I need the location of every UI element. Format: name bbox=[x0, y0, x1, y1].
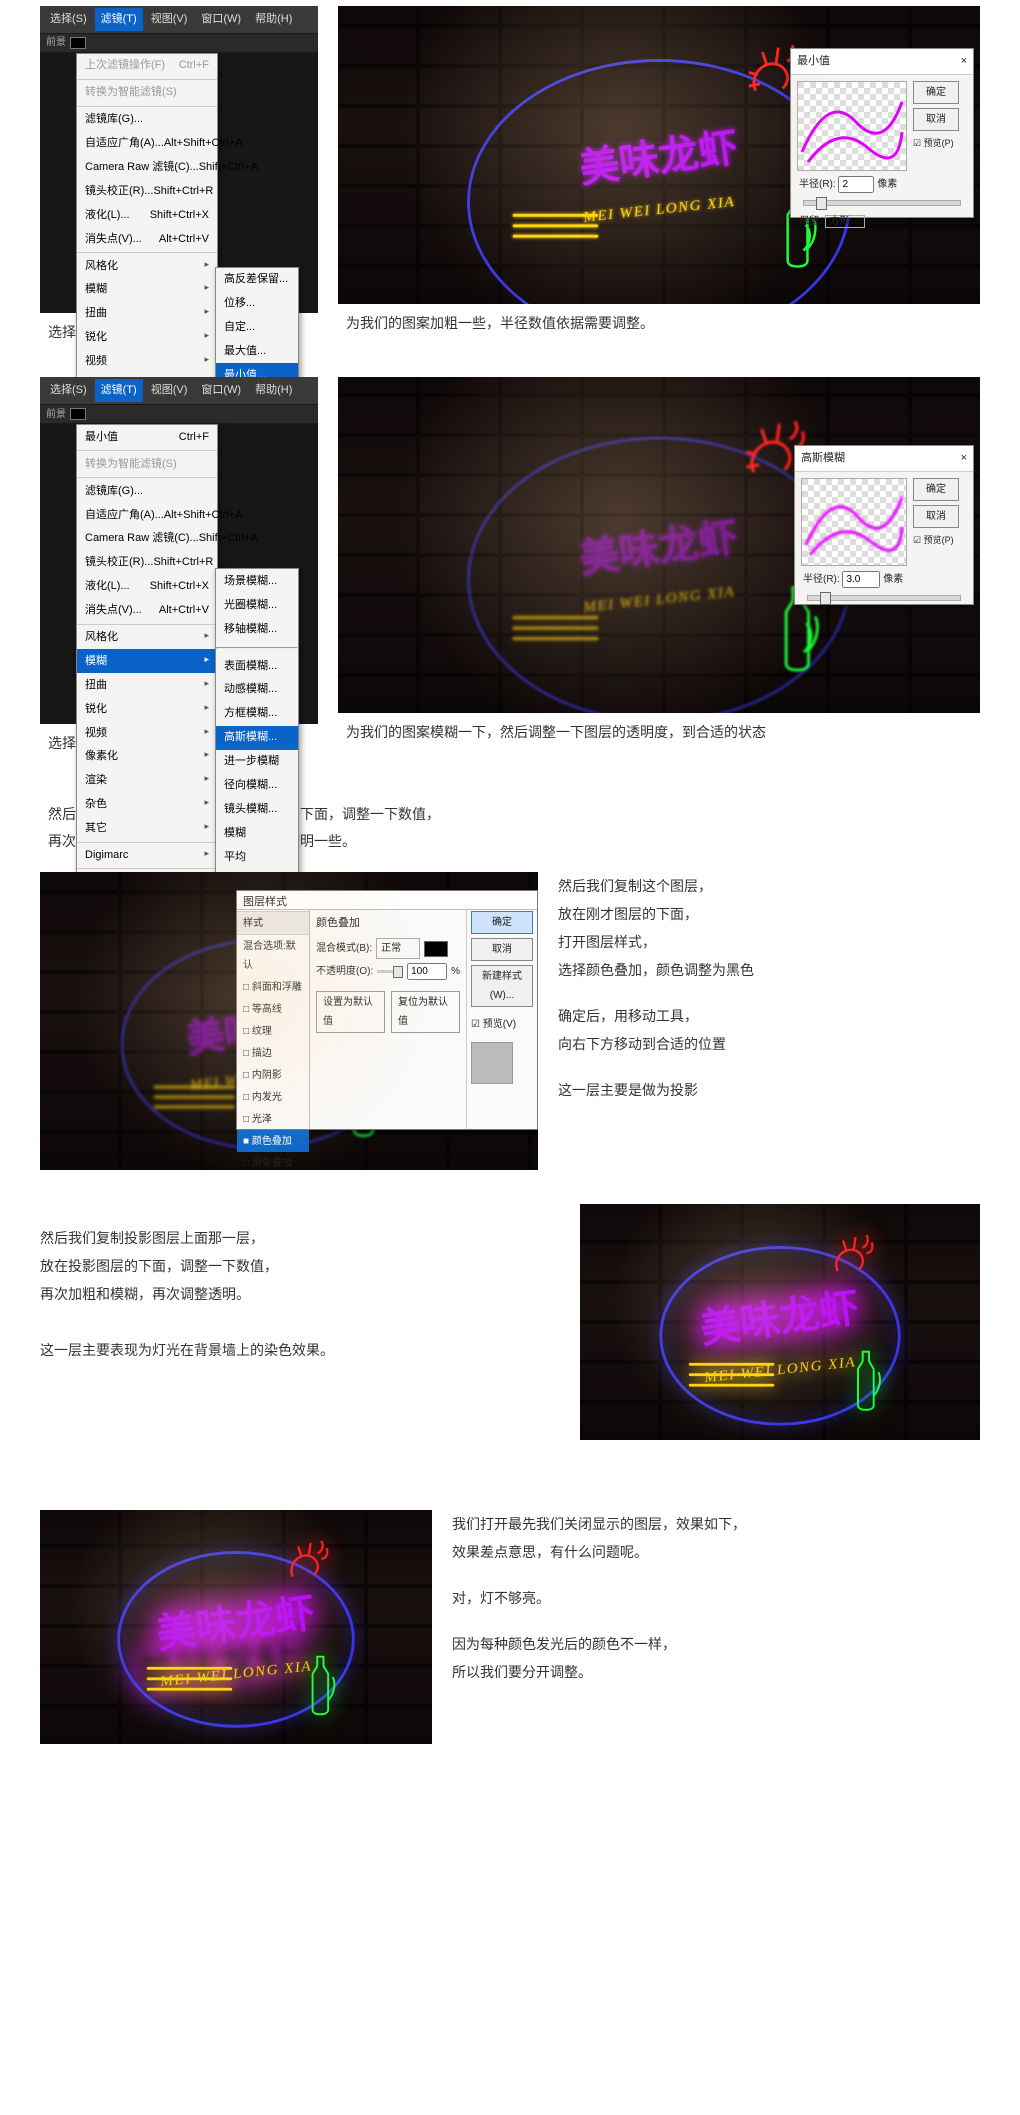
preview-swatch bbox=[471, 1042, 513, 1084]
ps-window-filter-blur: 选择(S) 滤镜(T) 视图(V) 窗口(W) 帮助(H) 前景 最小值Ctrl… bbox=[40, 377, 318, 724]
reset-default-button[interactable]: 复位为默认值 bbox=[391, 991, 460, 1033]
preview-tint: 美味龙虾 MEI WEI LONG XIA bbox=[580, 1204, 980, 1440]
preview-gaussian: 美味龙虾 MEI WEI LONG XIA 高斯模糊× 确定 取消 bbox=[338, 377, 980, 713]
foreground-label: 前景 bbox=[46, 33, 66, 52]
new-style-button[interactable]: 新建样式(W)... bbox=[471, 965, 533, 1007]
side-text-5: 然后我们复制投影图层上面那一层， 放在投影图层的下面，调整一下数值， 再次加粗和… bbox=[40, 1204, 560, 1364]
radius-field[interactable] bbox=[842, 571, 880, 588]
radius-slider[interactable] bbox=[803, 200, 961, 206]
ok-button[interactable]: 确定 bbox=[913, 478, 959, 501]
preview-final: 美味龙虾 美味龙虾 MEI WEI LONG XIA bbox=[40, 1510, 432, 1744]
other-submenu[interactable]: 高反差保留... 位移... 自定... 最大值... 最小值... bbox=[215, 267, 299, 388]
dialog-layer-style: 图层样式 样式 混合选项:默认 □ 斜面和浮雕 □ 等高线 □ 纹理 □ 描边 … bbox=[236, 890, 538, 1130]
side-text-4: 然后我们复制这个图层， 放在刚才图层的下面， 打开图层样式， 选择颜色叠加，颜色… bbox=[558, 872, 980, 1122]
ok-button[interactable]: 确定 bbox=[913, 81, 959, 104]
make-default-button[interactable]: 设置为默认值 bbox=[316, 991, 385, 1033]
menubar: 选择(S) 滤镜(T) 视图(V) 窗口(W) 帮助(H) bbox=[40, 6, 318, 33]
preview-minimum: 美味龙虾 MEI WEI LONG XIA 最小值× 确定 取消 bbox=[338, 6, 980, 304]
close-icon[interactable]: × bbox=[961, 51, 967, 72]
radius-field[interactable] bbox=[838, 176, 874, 193]
menu-window[interactable]: 窗口(W) bbox=[195, 8, 247, 31]
cancel-button[interactable]: 取消 bbox=[913, 505, 959, 528]
filter-dropdown-2[interactable]: 最小值Ctrl+F 转换为智能滤镜(S) 滤镜库(G)... 自适应广角(A).… bbox=[76, 424, 218, 895]
option-bar: 前景 bbox=[40, 33, 318, 53]
caption-step1-right: 为我们的图案加粗一些，半径数值依据需要调整。 bbox=[346, 310, 980, 337]
dialog-minimum: 最小值× 确定 取消 ☑ 预览(P) 半径(R): bbox=[790, 48, 974, 218]
ps-window-filter-other: 选择(S) 滤镜(T) 视图(V) 窗口(W) 帮助(H) 前景 上次滤镜操作(… bbox=[40, 6, 318, 313]
blur-submenu[interactable]: 场景模糊... 光圈模糊... 移轴模糊... 表面模糊... 动感模糊... … bbox=[215, 568, 299, 917]
close-icon[interactable]: × bbox=[961, 448, 967, 469]
menu-select[interactable]: 选择(S) bbox=[44, 8, 93, 31]
neon-sub: MEI WEI LONG XIA bbox=[582, 188, 737, 233]
color-swatch[interactable] bbox=[424, 941, 448, 957]
menu-help[interactable]: 帮助(H) bbox=[249, 8, 298, 31]
neon-title: 美味龙虾 bbox=[575, 111, 744, 208]
side-text-6: 我们打开最先我们关闭显示的图层，效果如下， 效果差点意思，有什么问题呢。 对，灯… bbox=[452, 1510, 980, 1704]
caption-step2-right: 为我们的图案模糊一下，然后调整一下图层的透明度，到合适的状态 bbox=[346, 719, 980, 746]
radius-slider[interactable] bbox=[807, 595, 961, 601]
preview-layerstyle: 美味龙虾 MEI WEI LONG XIA 图层样式 样式 混合选项:默认 □ … bbox=[40, 872, 538, 1170]
ok-button[interactable]: 确定 bbox=[471, 911, 533, 934]
menu-view[interactable]: 视图(V) bbox=[145, 8, 194, 31]
menu-filter[interactable]: 滤镜(T) bbox=[95, 8, 143, 31]
dialog-gaussian: 高斯模糊× 确定 取消 ☑ 预览(P) 半径(R): bbox=[794, 445, 974, 605]
cancel-button[interactable]: 取消 bbox=[913, 108, 959, 131]
cancel-button[interactable]: 取消 bbox=[471, 938, 533, 961]
